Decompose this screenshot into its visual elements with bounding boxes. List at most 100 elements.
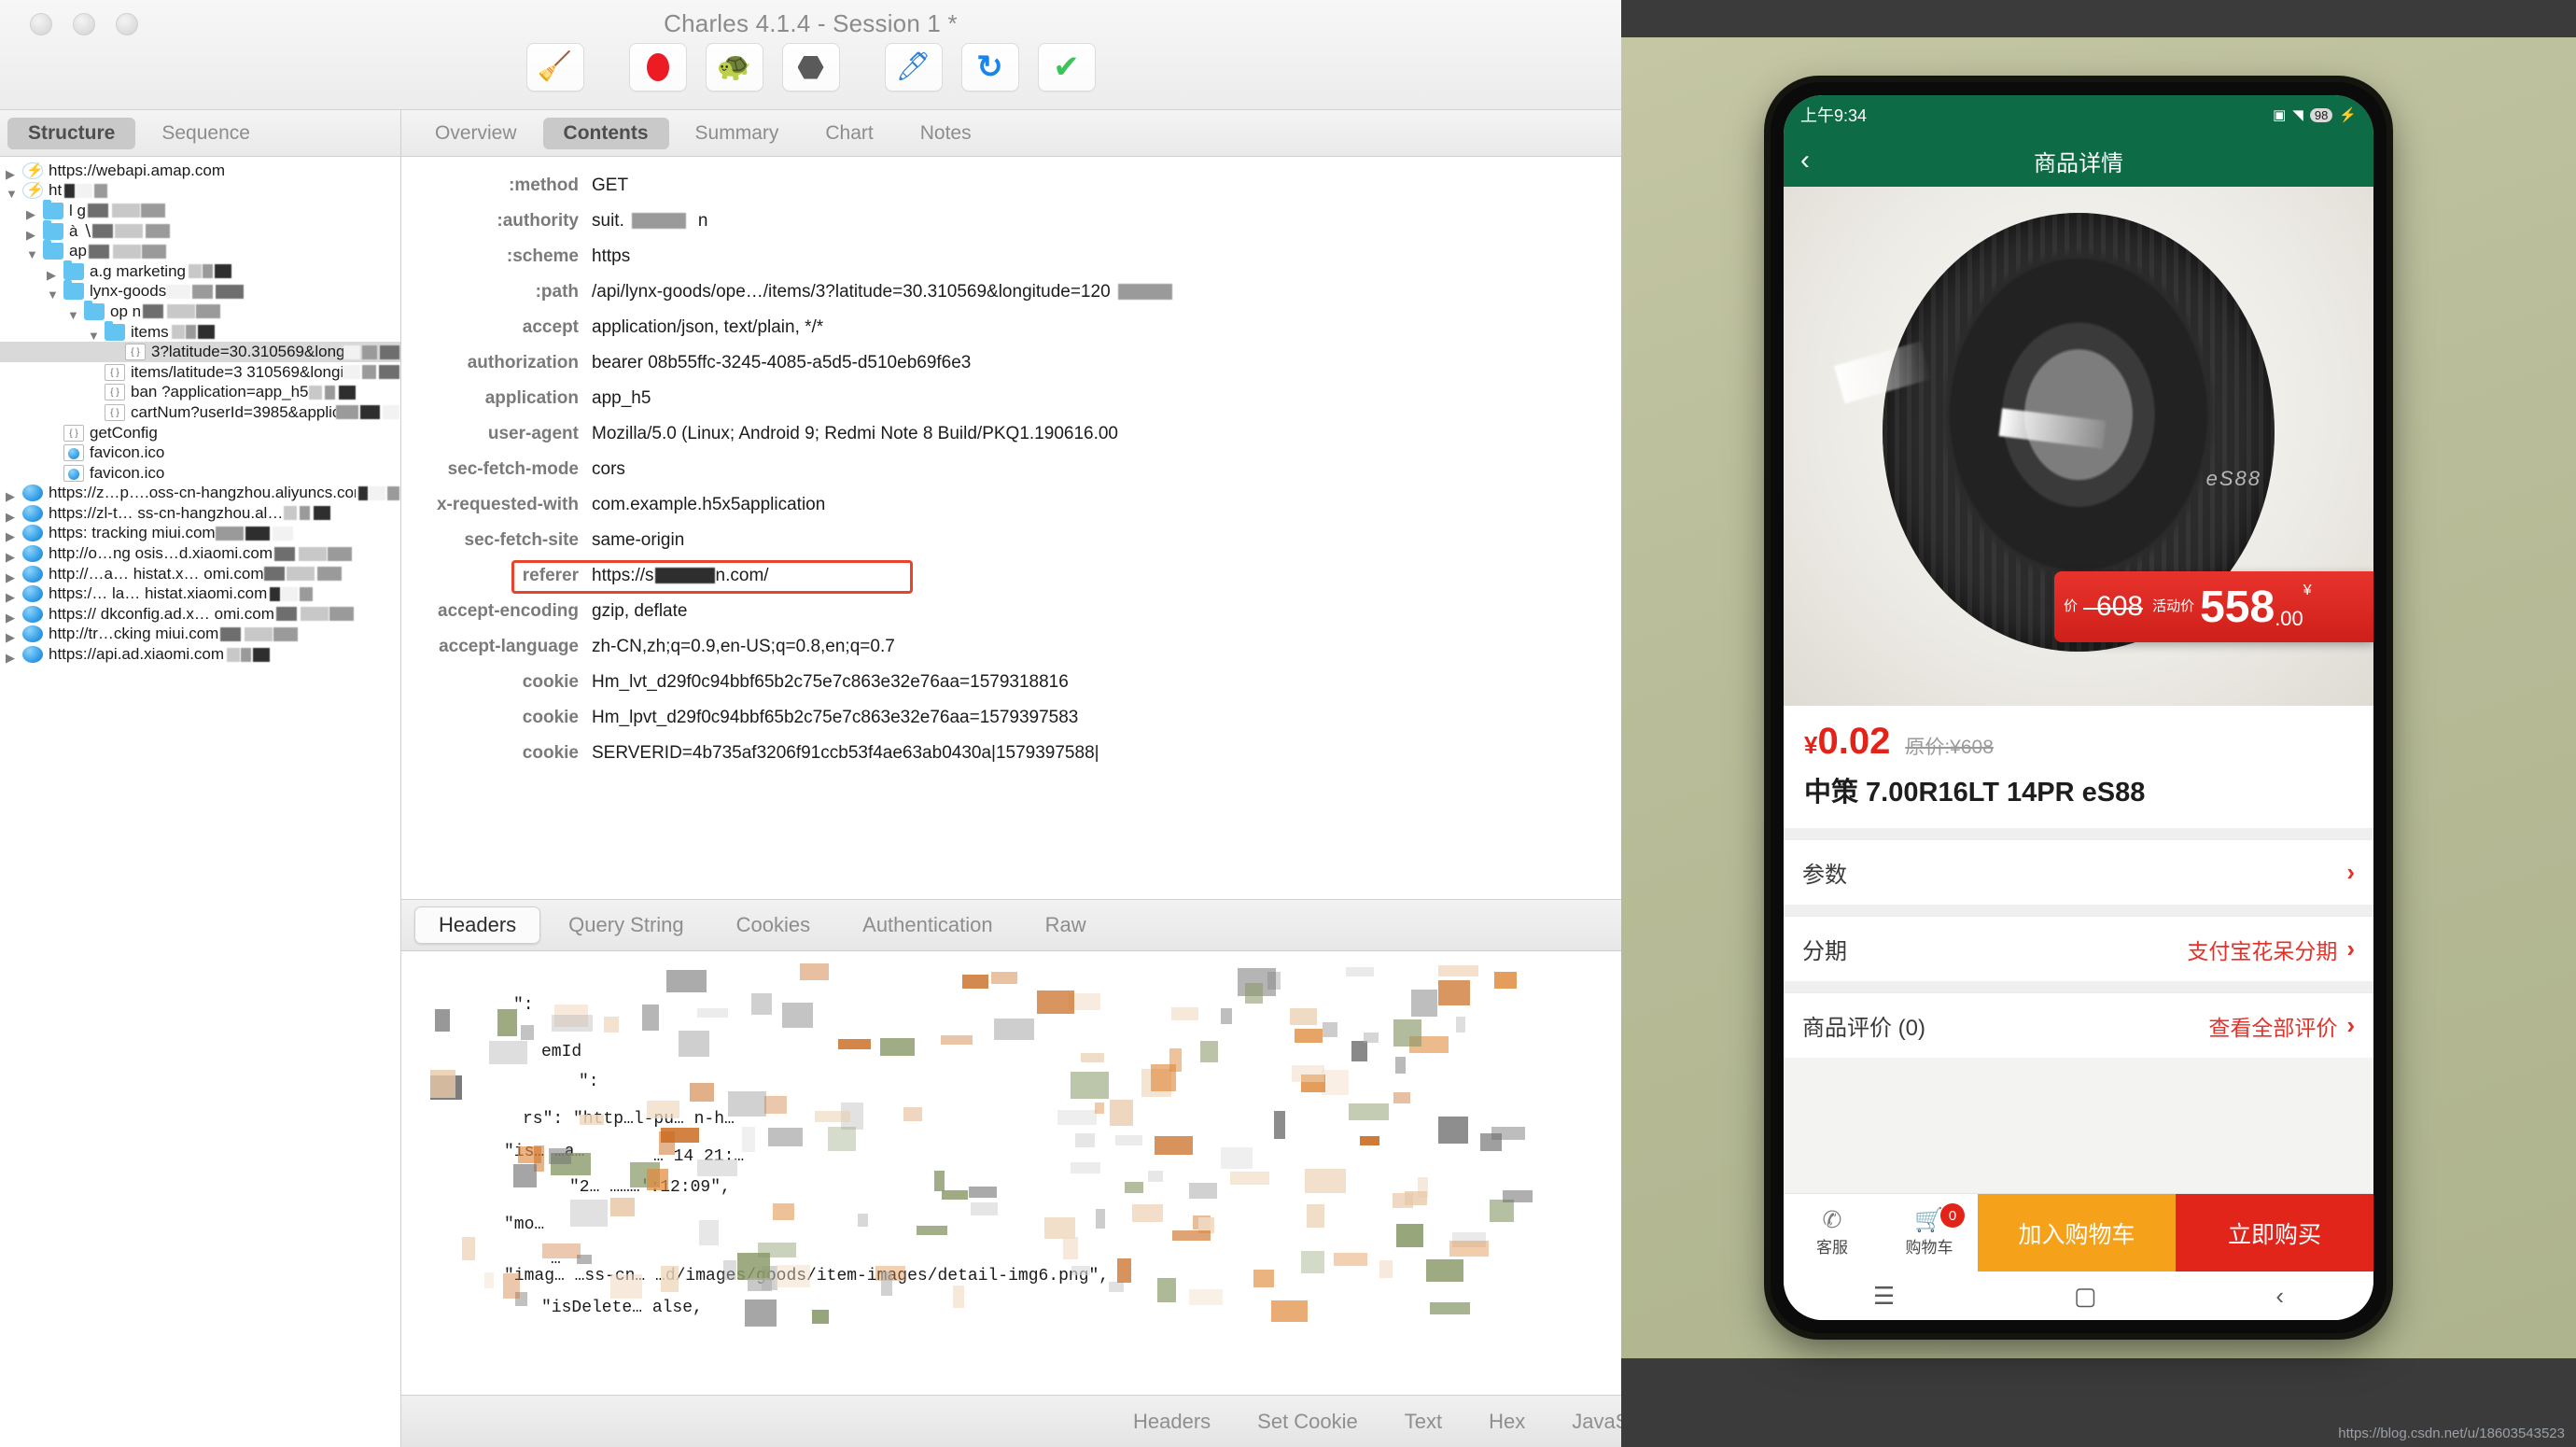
row-parameters[interactable]: 参数 › <box>1784 839 2373 905</box>
disclosure-closed-icon[interactable] <box>6 527 19 540</box>
tree-row[interactable]: favicon.ico <box>0 443 400 463</box>
pixelation-block <box>647 1169 669 1191</box>
tree-row[interactable]: https://z…p….oss-cn-hangzhou.aliyuncs.co… <box>0 484 400 504</box>
menu-icon[interactable]: ☰ <box>1873 1282 1895 1311</box>
tree-row[interactable]: http://o…ng osis…d.xiaomi.com <box>0 543 400 564</box>
disclosure-open-icon[interactable] <box>88 326 101 339</box>
tree-row[interactable]: http://…a… histat.x… omi.com <box>0 564 400 584</box>
tree-row[interactable]: favicon.ico <box>0 463 400 484</box>
tree-row[interactable]: http://tr…cking miui.com <box>0 625 400 645</box>
header-row[interactable]: :method GET <box>401 168 1621 204</box>
tree-row[interactable]: https://webapi.amap.com <box>0 161 400 181</box>
record-button[interactable] <box>628 43 687 91</box>
redaction-smudge <box>88 244 109 259</box>
response-json-text[interactable]: ": emId ": rs": "http…l-pu… n-h… "is… …a…… 1… <box>401 951 1621 1395</box>
disclosure-closed-icon[interactable] <box>6 486 19 499</box>
tab-authentication[interactable]: Authentication <box>838 906 1016 944</box>
tree-row[interactable]: https:/… la… histat.xiaomi.com <box>0 583 400 604</box>
header-row[interactable]: cookie Hm_lvt_d29f0c94bbf65b2c75e7c863e32… <box>401 665 1621 700</box>
home-icon[interactable]: ▢ <box>2074 1282 2097 1311</box>
add-to-cart-button[interactable]: 加入购物车 <box>1978 1194 2176 1271</box>
tree-row[interactable]: https://zl-t… ss-cn-hangzhou.al… <box>0 503 400 524</box>
disclosure-open-icon[interactable] <box>26 245 39 258</box>
tab-headers[interactable]: Headers <box>414 906 541 944</box>
header-row[interactable]: user-agent Mozilla/5.0 (Linux; Android 9;… <box>401 416 1621 452</box>
tree-row[interactable]: op n <box>0 300 400 322</box>
header-row[interactable]: :authority suit. n <box>401 204 1621 239</box>
disclosure-closed-icon[interactable] <box>6 627 19 640</box>
tree-row[interactable]: { } cartNum?userId=3985&application= <box>0 402 400 423</box>
row-installment[interactable]: 分期 支付宝花呆分期 › <box>1784 916 2373 981</box>
disclosure-closed-icon[interactable] <box>47 265 60 278</box>
disclosure-closed-icon[interactable] <box>6 608 19 621</box>
cart-button[interactable]: 🛒 购物车 0 <box>1881 1194 1978 1271</box>
tree-row[interactable]: { } ban ?application=app_h5 <box>0 383 400 403</box>
tab-sequence[interactable]: Sequence <box>141 118 271 149</box>
repeat-button[interactable]: ↻ <box>960 43 1019 91</box>
session-tree[interactable]: https://webapi.amap.com ht l g à ∖ apa.g mar… <box>0 157 401 1447</box>
header-row[interactable]: :scheme https <box>401 239 1621 274</box>
header-row[interactable]: x-requested-with com.example.h5x5applicat… <box>401 487 1621 523</box>
tree-row[interactable]: { } getConfig <box>0 423 400 443</box>
header-row[interactable]: authorization bearer 08b55ffc-3245-4085-a… <box>401 345 1621 381</box>
header-row[interactable]: cookie SERVERID=4b735af3206f91ccb53f4ae63… <box>401 736 1621 771</box>
header-row[interactable]: :path/api/lynx-goods/ope…/items/3?latitu… <box>401 274 1621 310</box>
tab-query-string[interactable]: Query String <box>544 906 708 944</box>
tree-row[interactable]: à ∖ <box>0 219 400 242</box>
disclosure-closed-icon[interactable] <box>6 547 19 560</box>
header-row[interactable]: sec-fetch-site same-origin <box>401 523 1621 558</box>
back-icon[interactable]: ‹ <box>2275 1282 2284 1311</box>
header-row[interactable]: accept-language zh-CN,zh;q=0.9,en-US;q=0.… <box>401 629 1621 665</box>
tab-raw[interactable]: Raw <box>1021 906 1111 944</box>
disclosure-open-icon[interactable] <box>47 285 60 298</box>
disclosure-open-icon[interactable] <box>6 184 19 197</box>
disclosure-closed-icon[interactable] <box>26 225 39 238</box>
tab-contents[interactable]: Contents <box>542 117 669 149</box>
header-row[interactable]: accept application/json, text/plain, */* <box>401 310 1621 345</box>
disclosure-closed-icon[interactable] <box>6 587 19 600</box>
tree-row[interactable]: lynx-goods <box>0 280 400 302</box>
tree-row[interactable]: items <box>0 320 400 343</box>
tab-overview[interactable]: Overview <box>414 118 538 149</box>
tab-structure[interactable]: Structure <box>7 117 136 149</box>
tab-hex[interactable]: Hex <box>1466 1403 1547 1440</box>
tab-notes[interactable]: Notes <box>900 118 992 149</box>
disclosure-closed-icon[interactable] <box>6 164 19 177</box>
tab-set-cookie[interactable]: Set Cookie <box>1235 1403 1380 1440</box>
tree-row[interactable]: ap <box>0 240 400 261</box>
header-row[interactable]: accept-encoding gzip, deflate <box>401 594 1621 629</box>
disclosure-closed-icon[interactable] <box>26 204 39 218</box>
header-row[interactable]: referer https://s n.com/ <box>401 558 1621 594</box>
pixelation-block <box>610 1198 635 1216</box>
header-row[interactable]: sec-fetch-mode cors <box>401 452 1621 487</box>
clear-session-button[interactable]: 🧹 <box>525 43 584 91</box>
header-row[interactable]: application app_h5 <box>401 381 1621 416</box>
buy-now-button[interactable]: 立即购买 <box>2176 1194 2373 1271</box>
tree-row[interactable]: { } items/latitude=3 310569&longitude=12 … <box>0 362 400 383</box>
tree-row[interactable]: a.g marketing <box>0 260 400 282</box>
pixelation-block <box>1044 1216 1076 1239</box>
tab-resp-headers[interactable]: Headers <box>1111 1403 1233 1440</box>
tree-row[interactable]: ht <box>0 181 400 202</box>
row-reviews[interactable]: 商品评价 (0) 查看全部评价 › <box>1784 992 2373 1058</box>
tree-row[interactable]: l g <box>0 199 400 221</box>
tab-cookies[interactable]: Cookies <box>712 906 834 944</box>
tree-row[interactable]: https://api.ad.xiaomi.com <box>0 644 400 665</box>
tab-summary[interactable]: Summary <box>675 118 800 149</box>
tree-row[interactable]: https:// dkconfig.ad.x… omi.com <box>0 604 400 625</box>
validate-button[interactable]: ✔ <box>1037 43 1096 91</box>
disclosure-open-icon[interactable] <box>67 305 80 318</box>
disclosure-closed-icon[interactable] <box>6 568 19 581</box>
tab-text[interactable]: Text <box>1382 1403 1464 1440</box>
tab-chart[interactable]: Chart <box>805 118 893 149</box>
tree-row-selected[interactable]: { } 3?latitude=30.310569&longitude=12 .5 <box>0 342 400 362</box>
compose-button[interactable]: 🖊 <box>884 43 943 91</box>
breakpoints-button[interactable] <box>781 43 840 91</box>
throttle-button[interactable]: 🐢 <box>705 43 763 91</box>
customer-service-button[interactable]: ✆ 客服 <box>1784 1194 1881 1271</box>
disclosure-closed-icon[interactable] <box>6 507 19 520</box>
disclosure-closed-icon[interactable] <box>6 648 19 661</box>
header-row[interactable]: cookie Hm_lpvt_d29f0c94bbf65b2c75e7c863e3… <box>401 700 1621 736</box>
back-icon[interactable]: ‹ <box>1800 147 1810 175</box>
tree-row[interactable]: https: tracking miui.com <box>0 524 400 544</box>
